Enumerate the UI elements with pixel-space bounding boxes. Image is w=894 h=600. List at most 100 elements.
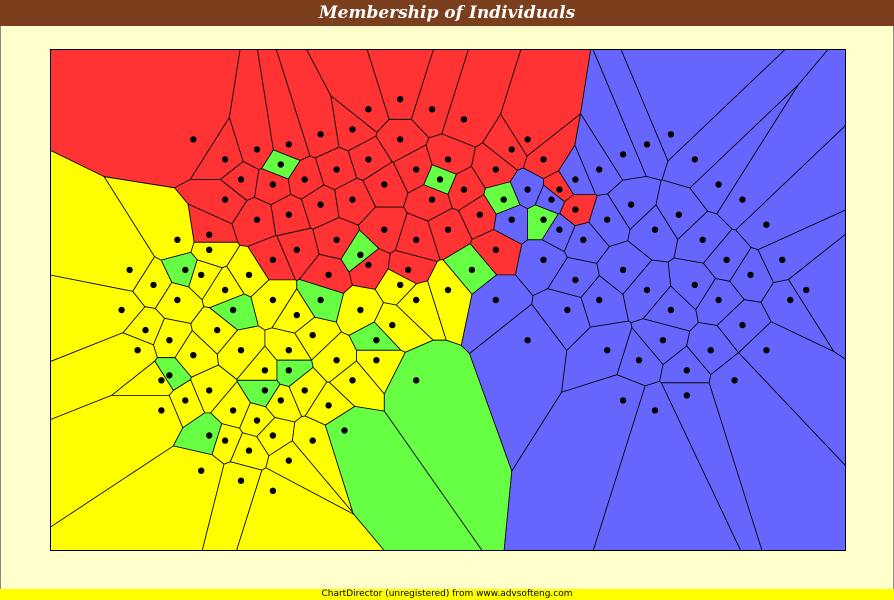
data-point	[619, 397, 627, 404]
data-point	[405, 266, 412, 274]
data-point	[269, 256, 277, 263]
data-point	[198, 271, 205, 279]
data-point	[580, 236, 587, 243]
data-point	[381, 226, 388, 233]
data-point	[333, 357, 340, 364]
data-point	[691, 281, 698, 289]
data-point	[524, 186, 531, 193]
data-point	[500, 196, 507, 203]
data-point	[158, 407, 165, 414]
data-point	[699, 236, 706, 243]
data-point	[373, 357, 380, 364]
data-point	[779, 256, 786, 263]
data-point	[317, 201, 324, 208]
data-point	[715, 181, 722, 188]
data-point	[572, 176, 579, 183]
data-point	[341, 427, 348, 434]
data-point	[174, 236, 181, 243]
data-point	[556, 186, 563, 193]
data-point	[508, 216, 515, 223]
data-point	[428, 106, 436, 113]
data-point	[723, 256, 730, 263]
data-point	[397, 96, 404, 103]
data-point	[667, 306, 675, 314]
data-point	[253, 216, 261, 223]
data-point	[643, 141, 651, 148]
data-point	[166, 372, 173, 379]
data-point	[245, 271, 253, 279]
data-point	[198, 467, 205, 474]
data-point	[365, 156, 372, 163]
data-point	[763, 347, 770, 354]
data-point	[540, 216, 547, 223]
data-point	[285, 457, 292, 464]
data-point	[675, 211, 682, 218]
data-point	[731, 377, 738, 384]
data-point	[182, 266, 189, 274]
data-point	[492, 296, 499, 304]
data-point	[683, 367, 690, 374]
data-point	[436, 176, 444, 183]
data-point	[651, 407, 659, 414]
data-point	[739, 196, 746, 203]
data-point	[277, 397, 284, 404]
data-point	[365, 106, 372, 113]
data-point	[619, 266, 627, 274]
data-point	[492, 166, 499, 173]
data-point	[524, 136, 531, 143]
data-point	[206, 231, 213, 238]
data-point	[221, 437, 229, 444]
data-point	[572, 276, 579, 284]
data-point	[397, 136, 404, 143]
data-point	[285, 211, 292, 218]
data-point	[166, 337, 173, 344]
data-point	[357, 251, 364, 258]
data-point	[190, 136, 197, 143]
data-point	[269, 487, 277, 494]
data-point	[707, 347, 714, 354]
data-point	[651, 226, 659, 233]
data-point	[413, 236, 420, 243]
data-point	[691, 156, 698, 163]
data-point	[221, 156, 229, 163]
data-point	[428, 196, 436, 203]
data-point	[126, 266, 133, 274]
data-point	[293, 311, 300, 319]
data-point	[269, 432, 277, 439]
data-point	[381, 181, 388, 188]
data-point	[635, 357, 643, 364]
data-point	[739, 321, 746, 329]
data-point	[261, 367, 269, 374]
data-point	[237, 176, 245, 183]
data-point	[803, 286, 810, 294]
data-point	[285, 367, 292, 374]
data-point	[261, 387, 269, 394]
data-point	[413, 296, 420, 304]
data-point	[253, 146, 261, 153]
data-point	[237, 347, 245, 354]
data-point	[333, 166, 340, 173]
voronoi-cells	[50, 49, 846, 551]
data-point	[229, 407, 237, 414]
data-point	[413, 166, 420, 173]
data-point	[444, 156, 452, 163]
data-point	[787, 296, 794, 304]
data-point	[627, 201, 635, 208]
data-point	[492, 246, 499, 253]
data-point	[643, 286, 651, 294]
chart-title: Membership of Individuals	[0, 0, 894, 26]
data-point	[301, 176, 308, 183]
data-point	[285, 141, 292, 148]
data-point	[508, 146, 515, 153]
footer-credit: ChartDirector (unregistered) from www.ad…	[0, 589, 894, 600]
data-point	[389, 321, 396, 329]
data-point	[325, 402, 332, 409]
data-point	[683, 392, 690, 399]
data-point	[659, 337, 667, 344]
data-point	[365, 261, 372, 269]
data-point	[309, 437, 316, 444]
data-point	[763, 221, 770, 228]
data-point	[253, 417, 261, 424]
data-point	[540, 256, 547, 263]
data-point	[397, 281, 404, 289]
